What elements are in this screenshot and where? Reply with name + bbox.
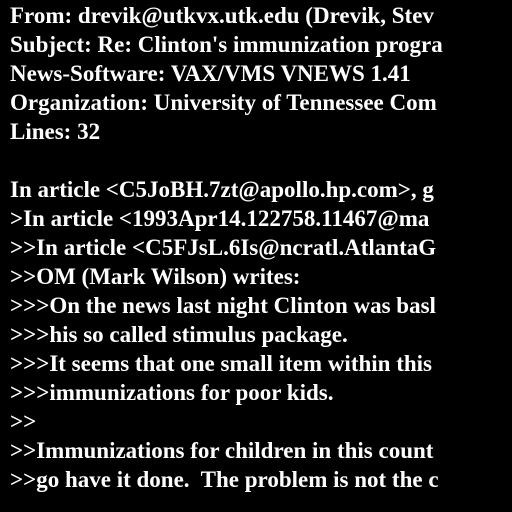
quoted-line: >>>It seems that one small item within t… <box>10 351 432 376</box>
quoted-line: >>>On the news last night Clinton was ba… <box>10 293 436 318</box>
header-from: From: drevik@utkvx.utk.edu (Drevik, Stev <box>10 3 434 28</box>
quoted-line: >>>immunizations for poor kids. <box>10 380 334 405</box>
quoted-line: >>In article <C5FJsL.6Is@ncratl.AtlantaG <box>10 235 437 260</box>
header-subject: Subject: Re: Clinton's immunization prog… <box>10 32 443 57</box>
quoted-line: >>Immunizations for children in this cou… <box>10 438 434 463</box>
quoted-line: >>go have it done. The problem is not th… <box>10 467 439 492</box>
header-news-software: News-Software: VAX/VMS VNEWS 1.41 <box>10 61 411 86</box>
header-lines: Lines: 32 <box>10 119 101 144</box>
body-line: In article <C5JoBH.7zt@apollo.hp.com>, g <box>10 177 434 202</box>
news-article-text: From: drevik@utkvx.utk.edu (Drevik, Stev… <box>0 0 512 512</box>
quoted-line: >>OM (Mark Wilson) writes: <box>10 264 301 289</box>
quoted-line: >In article <1993Apr14.122758.11467@ma <box>10 206 430 231</box>
quoted-line: >>>his so called stimulus package. <box>10 322 348 347</box>
header-organization: Organization: University of Tennessee Co… <box>10 90 437 115</box>
quoted-line: >> <box>10 409 37 434</box>
